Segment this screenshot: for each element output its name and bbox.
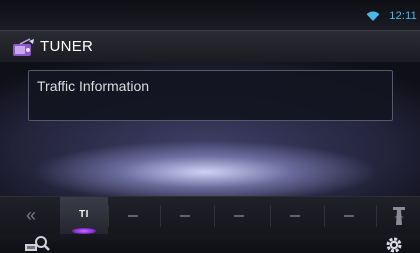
function-key-6[interactable]: [324, 197, 374, 235]
clock: 12:11: [389, 10, 417, 22]
dash-icon: [234, 215, 244, 217]
dash-icon: [128, 215, 138, 217]
ti-button[interactable]: TI: [60, 197, 108, 235]
traffic-info-text: Traffic Information: [37, 78, 150, 94]
tuner-screen: 12:11 TUNER Traffic Information « TI: [0, 0, 420, 253]
dash-icon: [344, 215, 354, 217]
wifi-icon: [366, 11, 380, 21]
function-key-4[interactable]: [214, 197, 264, 235]
dash-icon: [290, 215, 300, 217]
function-key-3[interactable]: [160, 197, 210, 235]
dash-icon: [180, 215, 190, 217]
page-title: TUNER: [40, 38, 94, 55]
function-key-5[interactable]: [270, 197, 320, 235]
function-key-2[interactable]: [108, 197, 158, 235]
divider: [376, 205, 377, 227]
bottom-bar: [0, 234, 420, 253]
double-chevron-left-icon[interactable]: «: [18, 206, 44, 226]
ti-label: TI: [79, 209, 89, 220]
traffic-info-panel: Traffic Information: [28, 70, 393, 121]
title-bar: TUNER: [0, 30, 420, 62]
tuner-icon: [13, 38, 34, 56]
gear-icon[interactable]: [384, 235, 404, 253]
status-bar: 12:11: [0, 0, 420, 30]
search-icon[interactable]: [24, 235, 50, 253]
antenna-tower-icon[interactable]: [392, 205, 406, 227]
function-bar: « TI: [0, 196, 420, 235]
